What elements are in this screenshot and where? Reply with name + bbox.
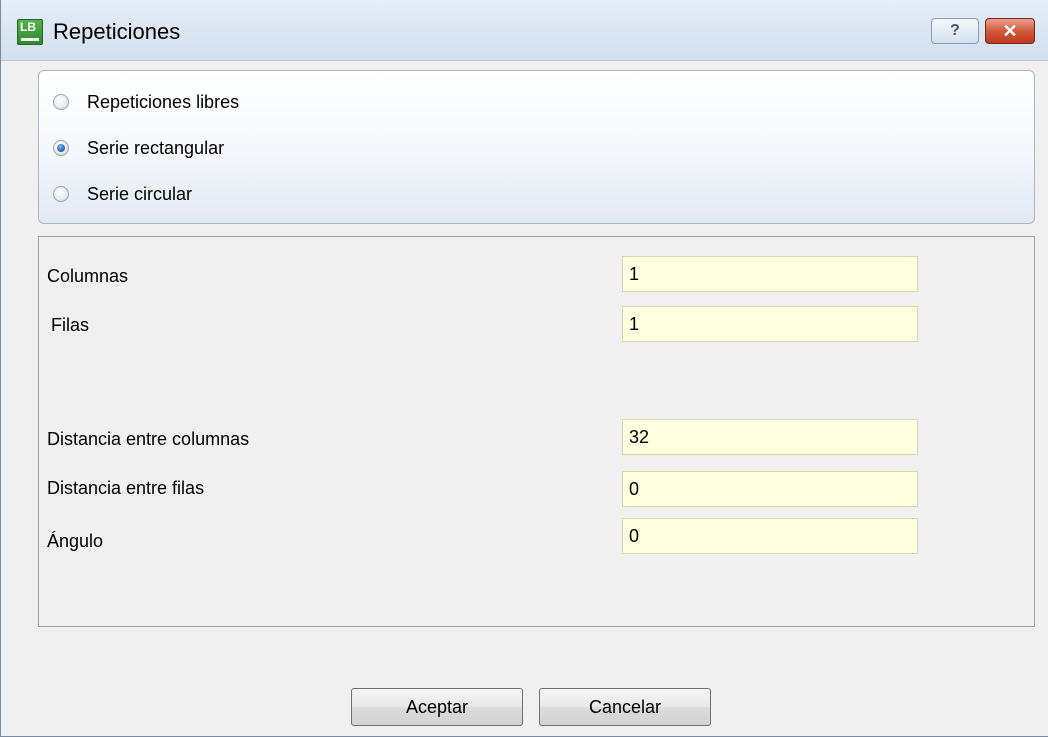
- radio-label: Serie circular: [87, 183, 193, 204]
- columnas-input[interactable]: 1: [622, 256, 918, 292]
- mode-group: Repeticiones libres Serie rectangular Se…: [38, 70, 1035, 224]
- distancia-columnas-label: Distancia entre columnas: [47, 429, 250, 449]
- cancel-button[interactable]: Cancelar: [539, 688, 711, 726]
- radio-option-serie-rectangular[interactable]: Serie rectangular: [53, 134, 224, 162]
- radio-option-serie-circular[interactable]: Serie circular: [53, 180, 192, 208]
- help-button[interactable]: ?: [931, 18, 979, 44]
- filas-input[interactable]: 1: [622, 306, 918, 342]
- radio-button[interactable]: [53, 186, 69, 202]
- window-title: Repeticiones: [53, 19, 181, 44]
- distancia-columnas-input[interactable]: 32: [622, 419, 918, 455]
- radio-button[interactable]: [53, 94, 69, 110]
- distancia-filas-input[interactable]: 0: [622, 471, 918, 507]
- app-logo-icon: LB: [17, 19, 43, 45]
- dialog-window: LB Repeticiones ? ✕ Repeticiones libres …: [0, 0, 1048, 737]
- radio-button-selected[interactable]: [53, 140, 69, 156]
- distancia-filas-label: Distancia entre filas: [47, 478, 205, 498]
- radio-option-repeticiones-libres[interactable]: Repeticiones libres: [53, 88, 239, 116]
- radio-label: Serie rectangular: [87, 137, 225, 158]
- title-bar[interactable]: LB Repeticiones ? ✕: [1, 0, 1048, 61]
- filas-label: Filas: [51, 315, 90, 335]
- radio-label: Repeticiones libres: [87, 91, 240, 112]
- accept-button[interactable]: Aceptar: [351, 688, 523, 726]
- columnas-label: Columnas: [47, 266, 129, 286]
- close-button[interactable]: ✕: [985, 18, 1035, 44]
- angulo-label: Ángulo: [47, 531, 104, 551]
- angulo-input[interactable]: 0: [622, 518, 918, 554]
